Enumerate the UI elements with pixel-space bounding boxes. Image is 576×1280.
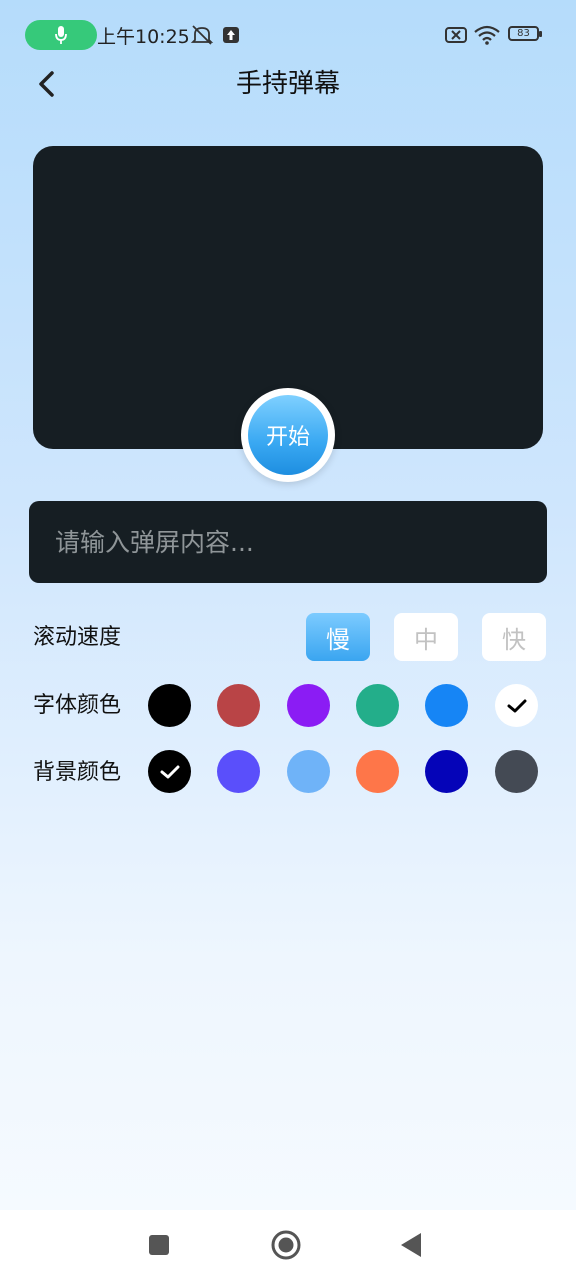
font-color-swatch-red[interactable]: [217, 684, 260, 727]
status-bar: 上午10:25 83: [0, 0, 576, 72]
barrage-text-input[interactable]: [53, 526, 523, 558]
check-icon: [507, 699, 526, 712]
bg-color-swatch-black[interactable]: [148, 750, 191, 793]
mic-indicator: [25, 20, 97, 50]
font-color-swatch-green[interactable]: [356, 684, 399, 727]
status-time: 上午10:25: [97, 26, 190, 48]
bg-color-swatch-light-blue[interactable]: [287, 750, 330, 793]
upload-icon: [223, 27, 239, 43]
check-icon: [160, 765, 179, 778]
battery-indicator: 83: [508, 26, 542, 41]
font-color-swatch-white[interactable]: [495, 684, 538, 727]
back-nav-button[interactable]: [400, 1232, 422, 1262]
start-button-ring: 开始: [241, 388, 335, 482]
font-color-swatch-blue[interactable]: [425, 684, 468, 727]
font-color-label: 字体颜色: [33, 693, 122, 718]
barrage-input-container: [29, 501, 547, 583]
home-circle-icon: [271, 1230, 301, 1260]
start-button[interactable]: 开始: [248, 395, 328, 475]
font-color-swatch-black[interactable]: [148, 684, 191, 727]
sim-off-icon: [445, 27, 467, 43]
bg-color-swatch-orange[interactable]: [356, 750, 399, 793]
speed-slow-button[interactable]: 慢: [306, 613, 370, 661]
bg-color-label: 背景颜色: [33, 760, 122, 785]
square-icon: [149, 1235, 169, 1255]
font-color-swatch-purple[interactable]: [287, 684, 330, 727]
system-nav-bar: [0, 1210, 576, 1280]
home-button[interactable]: [271, 1230, 301, 1264]
recents-button[interactable]: [148, 1234, 170, 1260]
bg-color-swatch-gray[interactable]: [495, 750, 538, 793]
speed-medium-button[interactable]: 中: [394, 613, 458, 661]
page-title: 手持弹幕: [235, 69, 340, 99]
bg-color-swatch-navy[interactable]: [425, 750, 468, 793]
wifi-icon: [474, 25, 500, 45]
triangle-back-icon: [401, 1233, 421, 1257]
speed-fast-button[interactable]: 快: [482, 613, 546, 661]
bg-color-swatch-indigo[interactable]: [217, 750, 260, 793]
microphone-icon: [55, 26, 67, 44]
alarm-off-icon: [190, 25, 214, 45]
speed-label: 滚动速度: [33, 625, 122, 650]
